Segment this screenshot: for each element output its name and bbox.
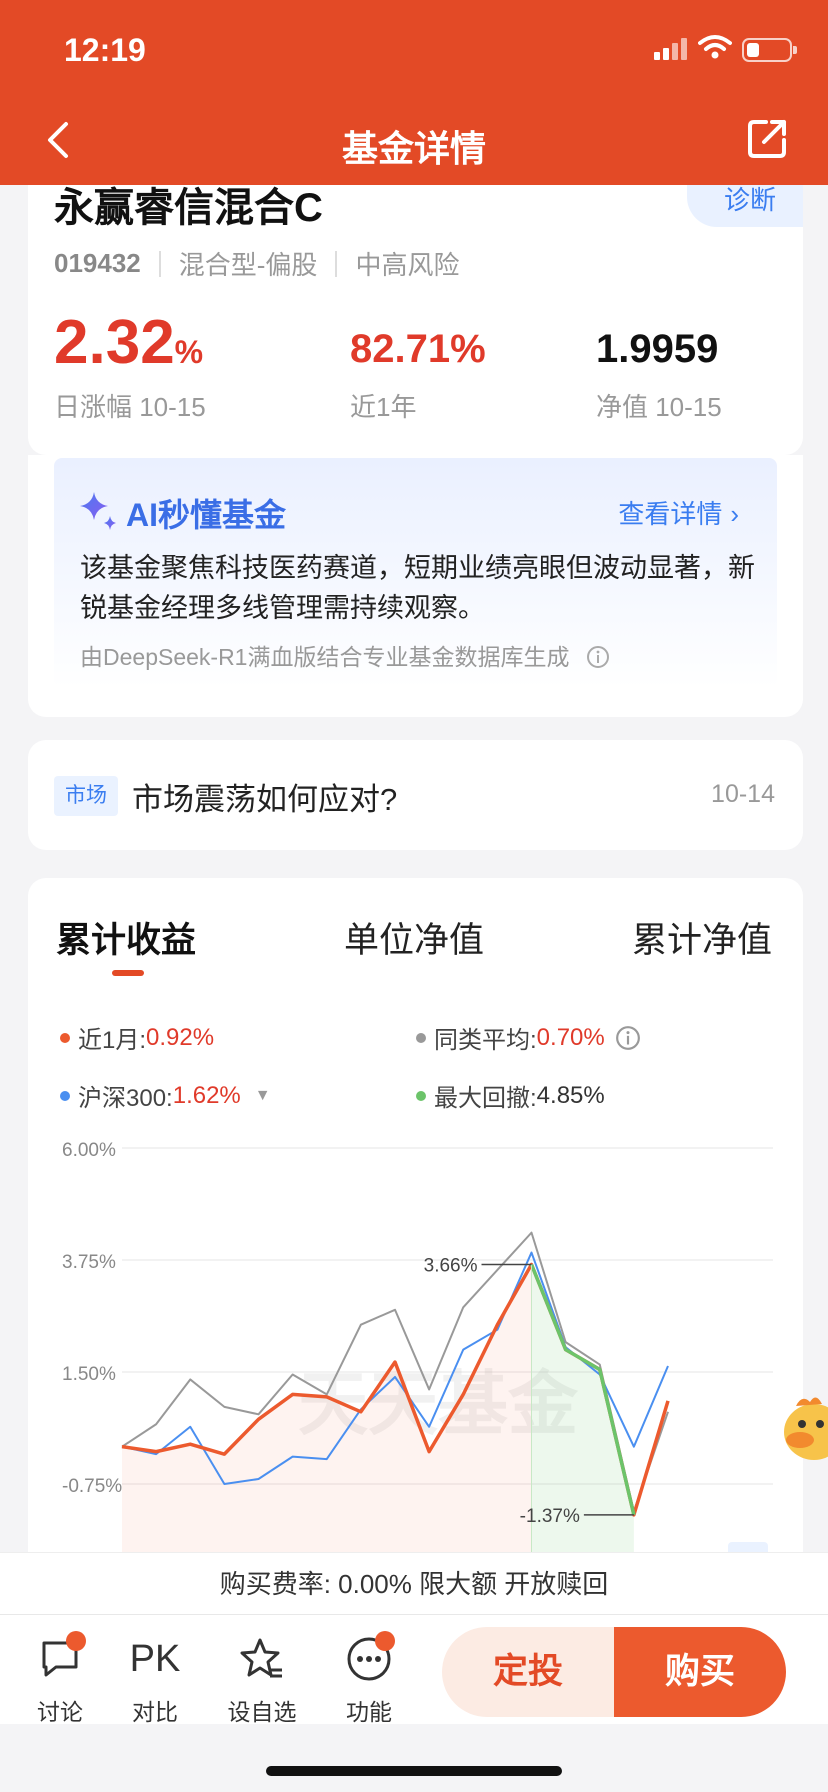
- divider: [158, 250, 161, 277]
- status-time: 12:19: [64, 32, 146, 68]
- fund-risk: 中高风险: [355, 250, 460, 280]
- news-date: 10-14: [711, 780, 775, 808]
- nav-label: 净值 10-15: [596, 392, 722, 422]
- auto-invest-button[interactable]: 定投: [442, 1627, 614, 1717]
- news-title: 市场震荡如何应对?: [132, 782, 398, 817]
- buy-button[interactable]: 购买: [614, 1627, 786, 1717]
- battery-icon: [742, 38, 797, 62]
- annotation-label: -1.37%: [520, 1506, 580, 1527]
- ai-summary-text: 该基金聚焦科技医药赛道，短期业绩亮眼但波动显著，新锐基金经理多线管理需持续观察。: [80, 553, 755, 623]
- bottom-toolbar: 讨论 PK 对比 设自选 功能 定投 购买: [0, 1614, 828, 1727]
- daily-change-label: 日涨幅 10-15: [54, 392, 206, 422]
- legend-peer-value: 0.70%: [536, 1023, 605, 1051]
- info-icon[interactable]: [586, 645, 610, 669]
- dropdown-caret-icon[interactable]: ▼: [255, 1087, 271, 1105]
- notification-badge: [375, 1631, 395, 1651]
- sparkle-icon: [80, 492, 116, 530]
- legend-dot: [60, 1032, 70, 1043]
- legend-peer: 同类平均: 0.70%: [416, 1020, 641, 1055]
- ai-title: AI秒懂基金: [126, 497, 287, 533]
- fund-summary-card: 永赢睿信混合C 诊断 019432 混合型-偏股 中高风险 2.32% 日涨幅 …: [28, 185, 803, 455]
- return-area: [122, 1264, 532, 1558]
- return-chart[interactable]: 6.00%3.75%1.50%-0.75%天天基金3.66%-1.37%: [28, 1120, 803, 1558]
- ai-summary-box[interactable]: AI秒懂基金 查看详情 › 该基金聚焦科技医药赛道，短期业绩亮眼但波动显著，新锐基…: [54, 458, 777, 688]
- add-watchlist-button[interactable]: 设自选: [222, 1633, 302, 1727]
- compare-button[interactable]: PK 对比: [115, 1633, 195, 1727]
- discuss-label: 讨论: [37, 1699, 83, 1725]
- share-icon[interactable]: [746, 116, 790, 160]
- function-button[interactable]: 功能: [329, 1631, 409, 1727]
- y-tick-label: -0.75%: [62, 1476, 122, 1497]
- compare-label: 对比: [132, 1699, 178, 1725]
- nav-value: 1.9959: [596, 327, 719, 371]
- wifi-icon: [698, 35, 732, 59]
- ai-source-note: 由DeepSeek-R1满血版结合专业基金数据库生成: [80, 638, 610, 672]
- legend-fund-value: 0.92%: [146, 1023, 215, 1051]
- tab-underline: [112, 970, 144, 976]
- y-tick-label: 1.50%: [62, 1364, 116, 1385]
- star-icon: [240, 1638, 282, 1678]
- legend-dot: [60, 1090, 70, 1101]
- diagnose-button[interactable]: 诊断: [687, 185, 803, 227]
- ai-detail-label: 查看详情: [618, 499, 723, 529]
- legend-index-value: 1.62%: [172, 1081, 241, 1109]
- legend-drawdown-label: 最大回撤:: [434, 1085, 537, 1112]
- discuss-button[interactable]: 讨论: [20, 1631, 100, 1727]
- header-bar: 12:19 基金详情: [0, 0, 828, 185]
- legend-index-label: 沪深300:: [78, 1085, 173, 1112]
- legend-index[interactable]: 沪深300: 1.62% ▼: [60, 1078, 271, 1113]
- notification-badge: [66, 1631, 86, 1651]
- fee-info: 购买费率: 0.00% 限大额 开放赎回: [0, 1552, 828, 1614]
- page-title: 基金详情: [341, 128, 486, 169]
- divider: [335, 250, 338, 277]
- tab-cumulative-nav[interactable]: 累计净值: [632, 912, 772, 963]
- fund-meta: 019432 混合型-偏股 中高风险: [54, 245, 459, 282]
- news-card[interactable]: 市场 市场震荡如何应对? 10-14: [28, 740, 803, 850]
- legend-dot: [416, 1032, 426, 1043]
- one-year-return: 82.71%: [350, 327, 486, 371]
- legend-drawdown-value: 4.85%: [536, 1081, 605, 1109]
- info-icon[interactable]: [615, 1025, 641, 1051]
- legend-fund: 近1月: 0.92%: [60, 1020, 214, 1055]
- daily-change-value: 2.32%: [54, 307, 203, 378]
- legend-dot: [416, 1090, 426, 1101]
- pk-icon: PK: [129, 1637, 181, 1680]
- daily-change-unit: %: [174, 334, 204, 370]
- function-label: 功能: [346, 1699, 392, 1725]
- y-tick-label: 6.00%: [62, 1140, 116, 1161]
- ai-summary-card: AI秒懂基金 查看详情 › 该基金聚焦科技医药赛道，短期业绩亮眼但波动显著，新锐基…: [28, 455, 803, 717]
- y-tick-label: 3.75%: [62, 1252, 116, 1273]
- one-year-label: 近1年: [350, 392, 417, 422]
- legend-peer-label: 同类平均:: [434, 1027, 537, 1054]
- ai-detail-link[interactable]: 查看详情 ›: [618, 494, 739, 531]
- fund-name: 永赢睿信混合C: [54, 186, 323, 230]
- performance-card: 累计收益 单位净值 累计净值 近1月: 0.92% 同类平均: 0.70% 沪深30…: [28, 878, 803, 1558]
- fund-code: 019432: [54, 248, 141, 278]
- cellular-signal-icon: [654, 38, 688, 60]
- ai-source-text: 由DeepSeek-R1满血版结合专业基金数据库生成: [80, 644, 570, 670]
- mascot-icon[interactable]: [778, 1388, 828, 1468]
- tab-cumulative-return[interactable]: 累计收益: [56, 912, 196, 963]
- tab-unit-nav[interactable]: 单位净值: [344, 912, 484, 963]
- news-tag: 市场: [54, 776, 118, 816]
- chevron-right-icon: ›: [730, 499, 739, 529]
- legend-drawdown: 最大回撤: 4.85%: [416, 1078, 605, 1113]
- annotation-label: 3.66%: [424, 1255, 478, 1276]
- daily-change-number: 2.32: [54, 308, 175, 377]
- legend-fund-label: 近1月:: [78, 1027, 147, 1054]
- home-indicator: [266, 1766, 562, 1776]
- watch-label: 设自选: [227, 1699, 297, 1725]
- fund-category: 混合型-偏股: [178, 250, 318, 280]
